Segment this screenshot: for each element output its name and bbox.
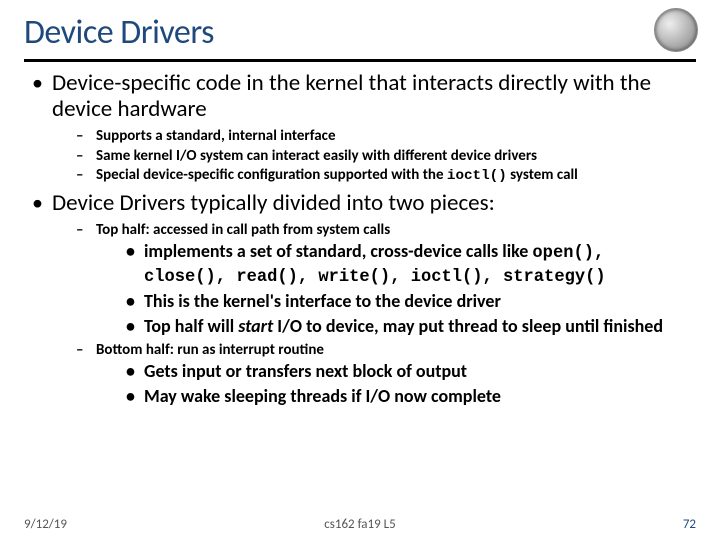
content-list: Device-specific code in the kernel that … bbox=[28, 70, 696, 408]
start-emphasis: start bbox=[238, 315, 273, 337]
bullet-2-2-1: Gets input or transfers next block of ou… bbox=[124, 361, 696, 383]
bullet-1: Device-specific code in the kernel that … bbox=[28, 70, 696, 186]
bullet-2-1-1: implements a set of standard, cross-devi… bbox=[124, 241, 696, 288]
title-divider bbox=[24, 59, 696, 62]
bullet-1-1: Supports a standard, internal interface bbox=[74, 127, 696, 146]
slide-footer: 9/12/19 cs162 fa19 L5 72 bbox=[0, 517, 720, 532]
bullet-2-text: Device Drivers typically divided into tw… bbox=[52, 189, 495, 217]
bullet-2-1: Top half: accessed in call path from sys… bbox=[74, 221, 696, 338]
bullet-2-1-2: This is the kernel's interface to the de… bbox=[124, 291, 696, 313]
slide: Device Drivers Device-specific code in t… bbox=[0, 0, 720, 540]
bullet-1-3: Special device-specific configuration su… bbox=[74, 166, 696, 186]
footer-page-number: 72 bbox=[683, 517, 696, 532]
bullet-2: Device Drivers typically divided into tw… bbox=[28, 190, 696, 407]
footer-course: cs162 fa19 L5 bbox=[324, 517, 395, 532]
bullet-2-1-3: Top half will start I/O to device, may p… bbox=[124, 316, 696, 338]
slide-title: Device Drivers bbox=[24, 12, 696, 53]
university-seal-icon bbox=[654, 8, 698, 52]
footer-date: 9/12/19 bbox=[24, 517, 67, 532]
bullet-1-2: Same kernel I/O system can interact easi… bbox=[74, 147, 696, 166]
bullet-1-text: Device-specific code in the kernel that … bbox=[52, 69, 651, 123]
ioctl-code: ioctl() bbox=[447, 168, 507, 184]
bullet-2-2-2: May wake sleeping threads if I/O now com… bbox=[124, 386, 696, 408]
bullet-2-2: Bottom half: run as interrupt routine Ge… bbox=[74, 341, 696, 408]
